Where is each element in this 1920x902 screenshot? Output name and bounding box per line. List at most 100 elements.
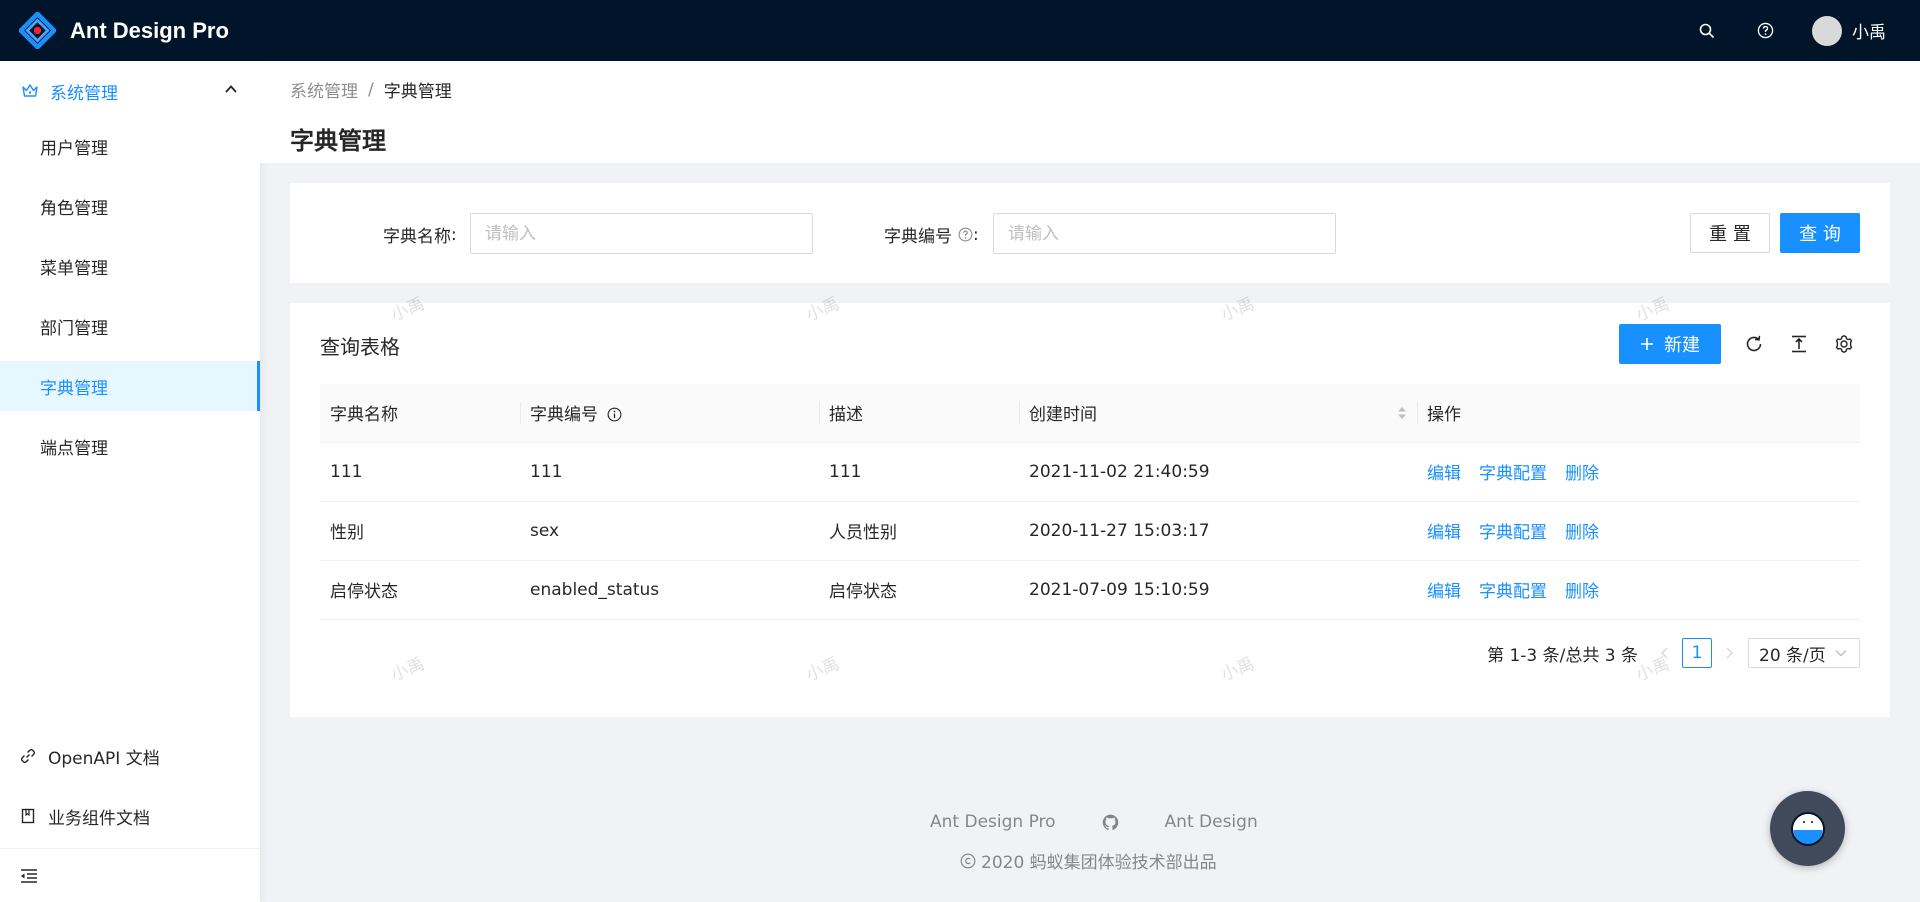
cell-actions: 编辑 字典配置 删除 <box>1417 560 1860 620</box>
dictionary-table: 字典名称 字典编号 描述 创建时间 操作 111 111 111 2021-11… <box>320 384 1860 620</box>
cell-name: 启停状态 <box>320 560 520 620</box>
crown-icon <box>22 84 38 97</box>
sidebar-item-endpoints[interactable]: 端点管理 <box>0 421 260 471</box>
column-header-label: 字典编号 <box>530 405 598 426</box>
sidebar-item-menus[interactable]: 菜单管理 <box>0 241 260 291</box>
breadcrumb-current: 字典管理 <box>383 82 452 102</box>
dict-code-input[interactable] <box>993 213 1336 254</box>
cell-created: 2021-11-02 21:40:59 <box>1019 442 1417 502</box>
footer-link-ant-design-pro[interactable]: Ant Design Pro <box>930 812 1056 832</box>
cell-actions: 编辑 字典配置 删除 <box>1417 501 1860 561</box>
copyright-text: 2020 蚂蚁集团体验技术部出品 <box>981 853 1217 873</box>
reload-icon <box>1746 335 1762 352</box>
sidebar-item-dictionary[interactable]: 字典管理 <box>0 361 260 411</box>
delete-link[interactable]: 删除 <box>1565 582 1599 602</box>
copyright-icon <box>960 853 976 868</box>
sort-icon[interactable] <box>1397 406 1407 420</box>
openapi-docs-label: OpenAPI 文档 <box>48 748 160 769</box>
plus-icon <box>1641 338 1653 350</box>
query-button[interactable]: 查 询 <box>1780 213 1860 253</box>
ant-design-logo-icon <box>19 12 56 49</box>
pagination: 第 1-3 条/总共 3 条 1 20 条/页 <box>1487 638 1860 668</box>
delete-link[interactable]: 删除 <box>1565 523 1599 543</box>
search-icon <box>1699 23 1715 38</box>
chevron-up-icon <box>225 85 237 93</box>
cell-created: 2020-11-27 15:03:17 <box>1019 501 1417 561</box>
label-colon: : <box>451 224 457 245</box>
breadcrumb-separator: / <box>368 79 374 100</box>
chevron-right-icon[interactable] <box>1724 647 1734 659</box>
sidebar-group-system[interactable]: 系统管理 <box>0 61 260 121</box>
column-header-desc: 描述 <box>819 384 1019 443</box>
logo[interactable]: Ant Design Pro <box>19 12 229 49</box>
book-icon <box>21 808 35 824</box>
page-size-select[interactable]: 20 条/页 <box>1748 638 1860 668</box>
avatar <box>1812 15 1842 46</box>
dict-name-input[interactable] <box>470 213 813 254</box>
footer-link-ant-design[interactable]: Ant Design <box>1165 812 1258 832</box>
sidebar-item-departments[interactable]: 部门管理 <box>0 301 260 351</box>
search-button[interactable] <box>1678 0 1736 61</box>
table-row: 启停状态 enabled_status 启停状态 2021-07-09 15:1… <box>320 560 1860 620</box>
table-row: 性别 sex 人员性别 2020-11-27 15:03:17 编辑 字典配置 删除 <box>320 501 1860 561</box>
reload-button[interactable] <box>1740 330 1768 358</box>
cell-actions: 编辑 字典配置 删除 <box>1417 442 1860 502</box>
cell-created: 2021-07-09 15:10:59 <box>1019 560 1417 620</box>
cell-desc: 启停状态 <box>819 560 1019 620</box>
user-name: 小禹 <box>1852 23 1886 43</box>
sidebar-item-users[interactable]: 用户管理 <box>0 121 260 171</box>
sidebar-item-label: 角色管理 <box>40 198 108 219</box>
page-number-1[interactable]: 1 <box>1682 638 1712 668</box>
info-circle-icon[interactable] <box>607 407 622 422</box>
density-button[interactable] <box>1785 330 1813 358</box>
search-form: 字典名称: 字典编号 : 重 置 查 询 <box>290 183 1890 283</box>
dict-name-label-text: 字典名称 <box>383 227 451 247</box>
cell-desc: 111 <box>819 442 1019 502</box>
top-header: Ant Design Pro 小禹 <box>0 0 1920 61</box>
pagination-summary: 第 1-3 条/总共 3 条 <box>1487 645 1638 666</box>
question-circle-icon[interactable] <box>958 227 973 242</box>
breadcrumb-parent[interactable]: 系统管理 <box>290 77 358 102</box>
edit-link[interactable]: 编辑 <box>1427 464 1461 484</box>
sidebar-item-label: 部门管理 <box>40 318 108 339</box>
column-header-created[interactable]: 创建时间 <box>1019 384 1417 443</box>
new-button[interactable]: 新建 <box>1619 324 1721 364</box>
edit-link[interactable]: 编辑 <box>1427 523 1461 543</box>
column-header-label: 描述 <box>829 405 863 426</box>
delete-link[interactable]: 删除 <box>1565 464 1599 484</box>
dict-config-link[interactable]: 字典配置 <box>1479 523 1547 543</box>
sidebar-links: OpenAPI 文档 业务组件文档 <box>0 726 260 846</box>
sidebar-item-label: 用户管理 <box>40 138 108 159</box>
breadcrumb: 系统管理 / 字典管理 <box>290 77 452 103</box>
column-header-label: 字典名称 <box>330 405 398 426</box>
cell-code: 111 <box>520 442 819 502</box>
component-docs-link[interactable]: 业务组件文档 <box>0 786 260 846</box>
component-docs-label: 业务组件文档 <box>48 808 150 829</box>
label-colon: : <box>973 224 979 245</box>
collapse-sidebar-button[interactable] <box>0 848 260 902</box>
new-button-label: 新建 <box>1664 335 1700 356</box>
help-button[interactable] <box>1736 0 1794 61</box>
reset-button[interactable]: 重 置 <box>1690 213 1770 253</box>
footer-links: Ant Design Pro Ant Design <box>930 812 1258 832</box>
dict-config-link[interactable]: 字典配置 <box>1479 582 1547 602</box>
assistant-bubble-icon <box>1790 811 1825 846</box>
sidebar-item-label: 字典管理 <box>40 378 108 399</box>
openapi-docs-link[interactable]: OpenAPI 文档 <box>0 726 260 786</box>
edit-link[interactable]: 编辑 <box>1427 582 1461 602</box>
sidebar-item-roles[interactable]: 角色管理 <box>0 181 260 231</box>
github-icon[interactable] <box>1102 814 1119 831</box>
user-menu[interactable]: 小禹 <box>1794 0 1920 61</box>
sidebar-item-label: 菜单管理 <box>40 258 108 279</box>
column-settings-button[interactable] <box>1830 330 1858 358</box>
link-icon <box>20 748 36 764</box>
question-circle-icon <box>1757 22 1773 39</box>
floating-assistant-button[interactable] <box>1770 791 1845 866</box>
cell-name: 性别 <box>320 501 520 561</box>
cell-code: sex <box>520 501 819 561</box>
column-header-code: 字典编号 <box>520 384 819 443</box>
sidebar: 系统管理 用户管理 角色管理 菜单管理 部门管理 字典管理 端点管理 OpenA… <box>0 61 260 902</box>
dict-config-link[interactable]: 字典配置 <box>1479 464 1547 484</box>
setting-icon <box>1835 335 1853 353</box>
column-height-icon <box>1792 335 1806 353</box>
